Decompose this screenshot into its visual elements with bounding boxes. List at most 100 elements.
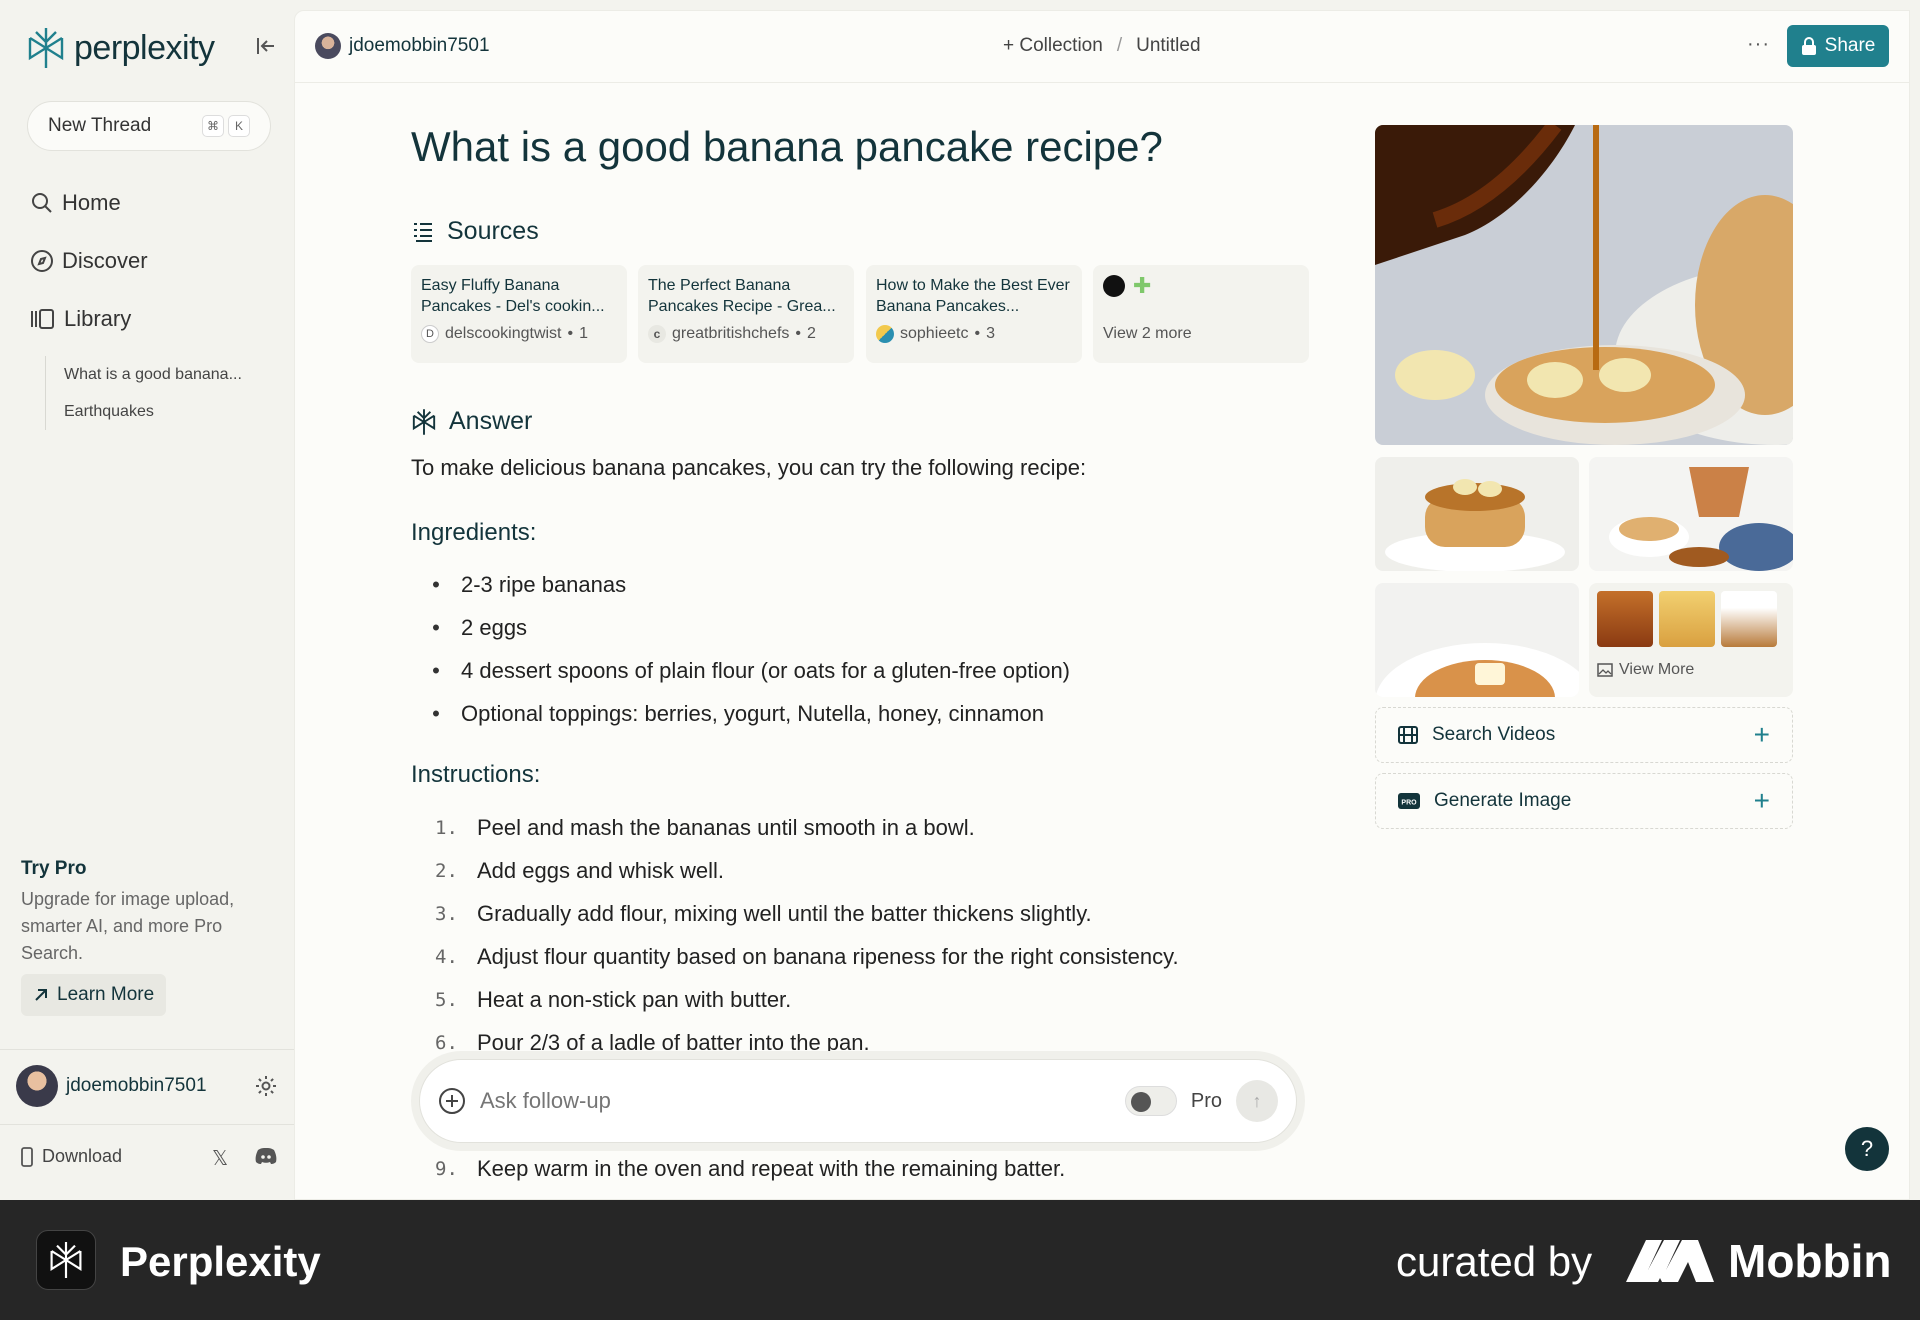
answer-heading: Answer [411, 407, 532, 436]
avatar [315, 33, 341, 59]
view-more-images[interactable]: View More [1589, 583, 1793, 697]
sidebar-item-home[interactable]: Home [30, 190, 121, 216]
step-number: 3. [435, 902, 458, 925]
plus-icon: + [1753, 719, 1770, 750]
step-text: Adjust flour quantity based on banana ri… [477, 943, 1179, 969]
pro-toggle[interactable] [1124, 1086, 1177, 1116]
result-image[interactable] [1589, 457, 1793, 571]
topbar-user[interactable]: jdoemobbin7501 [315, 33, 490, 59]
divider [0, 1049, 294, 1050]
more-options-button[interactable]: ··· [1747, 33, 1770, 56]
mobbin-logo: Mobbin [1626, 1234, 1892, 1288]
new-thread-button[interactable]: New Thread ⌘ K [27, 101, 271, 151]
sidebar-item-library[interactable]: Library [30, 306, 131, 332]
logo-text: perplexity [74, 28, 215, 67]
learn-more-label: Learn More [57, 984, 155, 1005]
list-item: 5. Heat a non-stick pan with butter. [411, 978, 1179, 1021]
search-videos-button[interactable]: Search Videos + [1375, 707, 1793, 763]
search-videos-label: Search Videos [1432, 724, 1556, 745]
view-more-sources-label: View 2 more [1103, 325, 1192, 342]
user-row[interactable]: jdoemobbin7501 [16, 1064, 278, 1108]
favicon: ✚ [1133, 273, 1152, 298]
collapse-sidebar-icon[interactable] [254, 34, 278, 58]
step-text: Heat a non-stick pan with butter. [477, 986, 792, 1012]
discord-icon[interactable] [254, 1146, 278, 1166]
top-bar: jdoemobbin7501 + Collection / Untitled ·… [295, 11, 1909, 83]
sources-heading: Sources [411, 217, 539, 246]
source-card[interactable]: Easy Fluffy Banana Pancakes - Del's cook… [411, 265, 627, 363]
lock-icon [1801, 37, 1816, 55]
cmd-key: ⌘ [202, 115, 224, 137]
list-item: 2-3 ripe bananas [411, 563, 1070, 606]
sources-heading-label: Sources [447, 217, 539, 245]
perplexity-logo[interactable]: perplexity [26, 26, 215, 70]
favicon [876, 325, 894, 343]
view-more-sources-card[interactable]: ✚ View 2 more [1093, 265, 1309, 363]
x-icon[interactable]: 𝕏 [212, 1146, 228, 1171]
perplexity-logo-icon [50, 1242, 82, 1278]
thumbnail [1597, 591, 1653, 647]
thread-title[interactable]: Untitled [1136, 35, 1200, 57]
gear-icon[interactable] [254, 1074, 278, 1098]
favicon [1103, 275, 1125, 297]
more-favicons: ✚ [1103, 275, 1299, 317]
svg-text:PRO: PRO [1401, 800, 1417, 807]
answer-heading-label: Answer [449, 407, 533, 435]
attach-plus-icon[interactable] [438, 1087, 466, 1115]
compass-icon [31, 250, 53, 272]
curated-by-text: curated by [1396, 1238, 1593, 1285]
generate-image-button[interactable]: PRO Generate Image + [1375, 773, 1793, 829]
shortcut-keys: ⌘ K [202, 115, 250, 137]
sidebar-item-discover[interactable]: Discover [30, 248, 148, 274]
add-collection-button[interactable]: + Collection [1003, 35, 1103, 57]
view-more-text: View More [1619, 661, 1695, 678]
k-key: K [228, 115, 250, 137]
view-more-label: View More [1597, 661, 1785, 679]
breadcrumb-separator: / [1116, 35, 1123, 56]
sidebar-item-label: Discover [62, 248, 148, 273]
source-meta: c greatbritishchefs • 2 [648, 325, 844, 343]
avatar [16, 1065, 58, 1107]
pancake-butter-image [1375, 583, 1579, 697]
image-icon [1597, 663, 1613, 677]
pro-label: Pro [1190, 1089, 1222, 1112]
syrup-jug-image [1589, 457, 1793, 571]
send-button[interactable]: ↑ [1236, 1080, 1278, 1122]
library-thread-item[interactable]: What is a good banana... [64, 356, 242, 393]
learn-more-button[interactable]: Learn More [21, 974, 167, 1016]
pancake-stack-image [1375, 457, 1579, 571]
search-icon [32, 193, 52, 213]
download-link[interactable]: Download [20, 1146, 122, 1167]
source-card[interactable]: How to Make the Best Ever Banana Pancake… [866, 265, 1082, 363]
source-number: 2 [807, 325, 816, 342]
instructions-heading: Instructions: [411, 761, 541, 788]
username: jdoemobbin7501 [66, 1075, 207, 1096]
result-image-main[interactable] [1375, 125, 1793, 445]
step-number: 5. [435, 988, 458, 1011]
source-meta: D delscookingtwist • 1 [421, 325, 617, 343]
source-meta: sophieetc • 3 [876, 325, 1072, 343]
result-image[interactable] [1375, 583, 1579, 697]
image-thumbnails [1597, 591, 1785, 647]
list-item: Optional toppings: berries, yogurt, Nute… [411, 692, 1070, 735]
step-number: 9. [435, 1157, 458, 1180]
list-item: 2. Add eggs and whisk well. [411, 849, 1179, 892]
topbar-username: jdoemobbin7501 [349, 35, 490, 56]
film-icon [1398, 726, 1418, 744]
library-thread-item[interactable]: Earthquakes [64, 393, 242, 430]
share-button[interactable]: Share [1787, 25, 1889, 67]
list-item: 1. Peel and mash the bananas until smooth… [411, 806, 1179, 849]
follow-up-input[interactable] [480, 1088, 1111, 1114]
help-button[interactable]: ? [1845, 1127, 1889, 1171]
arrow-up-right-icon [35, 989, 47, 1001]
download-label: Download [42, 1146, 123, 1166]
sidebar-item-label: Library [64, 306, 132, 331]
step-text: Keep warm in the oven and repeat with th… [477, 1155, 1066, 1181]
mobbin-brand: Mobbin [1728, 1235, 1892, 1287]
step-text: Add eggs and whisk well. [477, 857, 725, 883]
result-image[interactable] [1375, 457, 1579, 571]
source-card[interactable]: The Perfect Banana Pancakes Recipe - Gre… [638, 265, 854, 363]
step-text: Peel and mash the bananas until smooth i… [477, 814, 975, 840]
mobbin-logo-icon [1626, 1240, 1714, 1282]
step-number: 2. [435, 859, 458, 882]
